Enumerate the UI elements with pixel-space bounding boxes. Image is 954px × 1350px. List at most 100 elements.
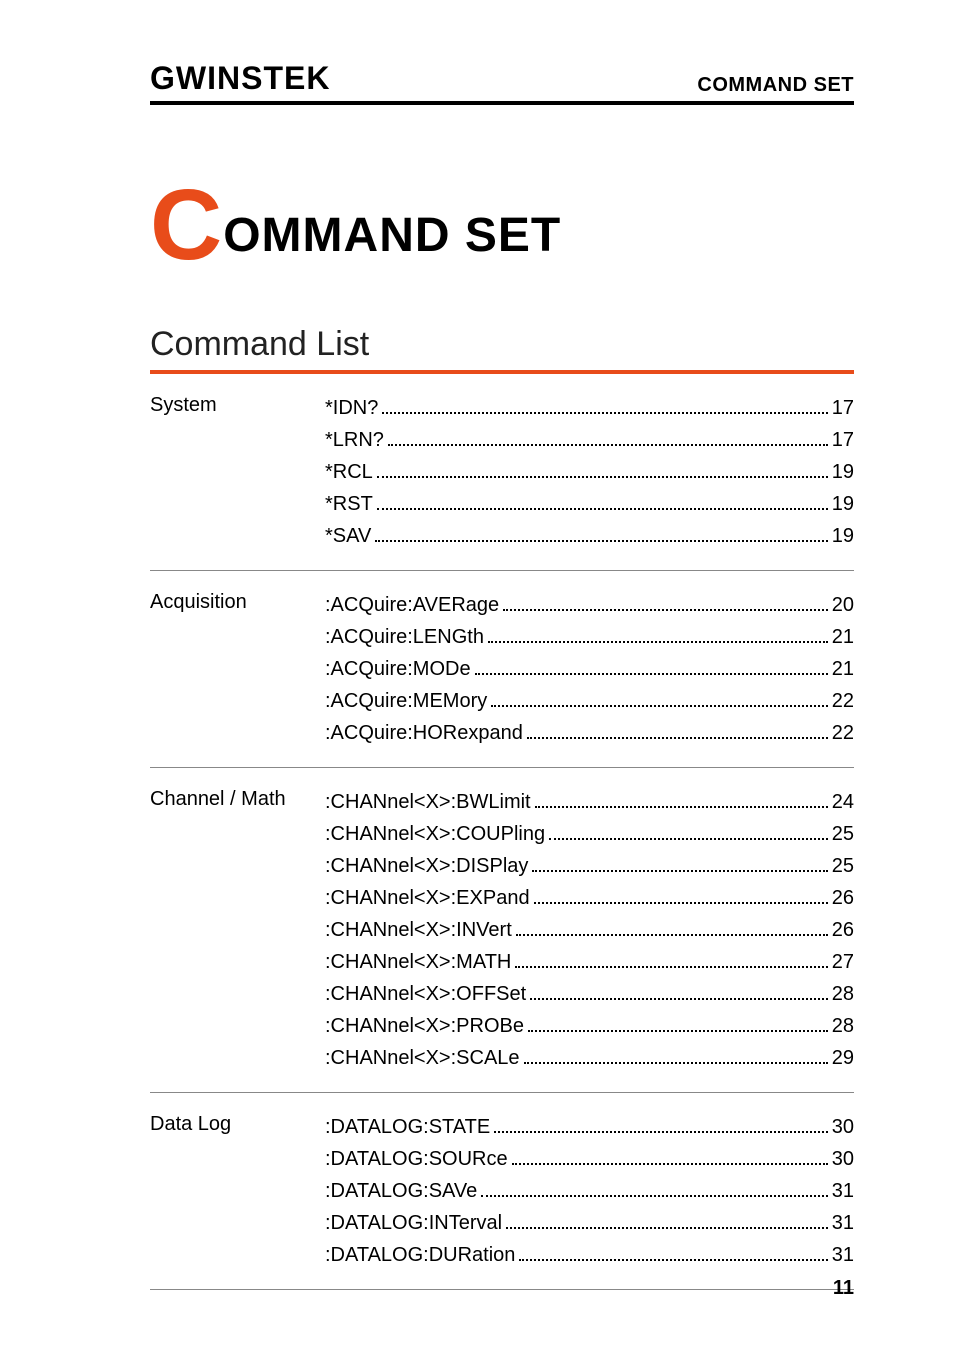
toc-command: :DATALOG:DURation [325,1239,515,1271]
toc-page-number: 29 [832,1042,854,1074]
toc-leader-dots [535,788,828,808]
toc-leader-dots [516,916,828,936]
toc-row: :CHANnel<X>:INVert 26 [325,914,854,946]
toc-row: :ACQuire:HORexpand 22 [325,717,854,749]
toc-entries: *IDN? 17 *LRN? 17 *RCL 19 *RST 19 *SAV 19 [325,392,854,552]
toc-command: *RST [325,488,373,520]
toc-command: :ACQuire:HORexpand [325,717,523,749]
header-section-title: COMMAND SET [697,74,854,97]
toc-page-number: 22 [832,717,854,749]
toc-page-number: 28 [832,978,854,1010]
toc-leader-dots [491,687,828,707]
toc-page-number: 24 [832,786,854,818]
toc-leader-dots [519,1241,827,1261]
toc-page-number: 25 [832,850,854,882]
toc-command: :ACQuire:MODe [325,653,471,685]
toc-row: *RST 19 [325,488,854,520]
toc-group: System*IDN? 17 *LRN? 17 *RCL 19 *RST 19 *SAV 19 [150,374,854,571]
toc-leader-dots [506,1209,828,1229]
toc-page-number: 17 [832,424,854,456]
toc-command: :ACQuire:AVERage [325,589,499,621]
toc-row: :ACQuire:AVERage 20 [325,589,854,621]
toc-group-label: Data Log [150,1111,325,1271]
toc-leader-dots [382,394,827,414]
toc-page-number: 26 [832,914,854,946]
toc-command: :CHANnel<X>:DISPlay [325,850,528,882]
chapter-title: COMMAND SET [150,185,854,265]
toc-command: :CHANnel<X>:MATH [325,946,511,978]
toc-command: :CHANnel<X>:COUPling [325,818,545,850]
document-page: GWINSTEK COMMAND SET COMMAND SET Command… [0,0,954,1350]
command-list-toc: System*IDN? 17 *LRN? 17 *RCL 19 *RST 19 *SAV 19 Ac… [150,374,854,1290]
toc-command: :CHANnel<X>:SCALe [325,1042,520,1074]
toc-command: *SAV [325,520,371,552]
toc-row: :CHANnel<X>:OFFSet28 [325,978,854,1010]
toc-row: :CHANnel<X>:PROBe28 [325,1010,854,1042]
toc-row: :CHANnel<X>:BWLimit 24 [325,786,854,818]
toc-command: :DATALOG:STATE [325,1111,490,1143]
chapter-initial: C [150,169,223,281]
toc-leader-dots [503,591,828,611]
toc-row: :CHANnel<X>:MATH 27 [325,946,854,978]
toc-command: :ACQuire:LENGth [325,621,484,653]
toc-entries: :DATALOG:STATE30:DATALOG:SOURce30:DATALO… [325,1111,854,1271]
toc-command: :CHANnel<X>:INVert [325,914,512,946]
toc-command: *RCL [325,456,373,488]
toc-group: Acquisition:ACQuire:AVERage20:ACQuire:LE… [150,571,854,768]
toc-row: :CHANnel<X>:SCALe 29 [325,1042,854,1074]
toc-page-number: 19 [832,520,854,552]
toc-page-number: 31 [832,1207,854,1239]
section-title: Command List [150,325,854,374]
toc-row: *IDN? 17 [325,392,854,424]
toc-page-number: 19 [832,488,854,520]
toc-command: :CHANnel<X>:PROBe [325,1010,524,1042]
toc-group-label: System [150,392,325,552]
toc-leader-dots [388,426,828,446]
toc-row: :DATALOG:SOURce 30 [325,1143,854,1175]
toc-leader-dots [377,490,828,510]
toc-leader-dots [494,1113,828,1133]
toc-command: :CHANnel<X>:BWLimit [325,786,531,818]
toc-page-number: 22 [832,685,854,717]
toc-row: :CHANnel<X>:COUPling 25 [325,818,854,850]
toc-command: *IDN? [325,392,378,424]
toc-page-number: 30 [832,1111,854,1143]
toc-leader-dots [528,1012,828,1032]
chapter-rest: OMMAND SET [223,209,561,262]
toc-page-number: 17 [832,392,854,424]
toc-page-number: 20 [832,589,854,621]
toc-entries: :ACQuire:AVERage20:ACQuire:LENGth21:ACQu… [325,589,854,749]
brand-logo: GWINSTEK [150,60,330,97]
toc-row: *LRN? 17 [325,424,854,456]
toc-group: Data Log:DATALOG:STATE 30 :DATALOG:SOURce 3… [150,1093,854,1290]
toc-leader-dots [377,458,828,478]
toc-command: :DATALOG:SOURce [325,1143,508,1175]
toc-row: :ACQuire:LENGth 21 [325,621,854,653]
toc-leader-dots [475,655,828,675]
toc-command: :CHANnel<X>:EXPand [325,882,530,914]
toc-leader-dots [488,623,828,643]
toc-command: *LRN? [325,424,384,456]
toc-command: :DATALOG:SAVe [325,1175,477,1207]
logo-text: GWINSTEK [150,60,330,96]
toc-row: :DATALOG:STATE 30 [325,1111,854,1143]
toc-row: :ACQuire:MODe 21 [325,653,854,685]
toc-page-number: 21 [832,653,854,685]
toc-command: :ACQuire:MEMory [325,685,487,717]
toc-row: :DATALOG:DURation 31 [325,1239,854,1271]
toc-page-number: 19 [832,456,854,488]
toc-page-number: 25 [832,818,854,850]
toc-row: *SAV 19 [325,520,854,552]
toc-entries: :CHANnel<X>:BWLimit24:CHANnel<X>:COUPlin… [325,786,854,1074]
toc-page-number: 30 [832,1143,854,1175]
toc-group-label: Acquisition [150,589,325,749]
toc-page-number: 27 [832,946,854,978]
toc-page-number: 31 [832,1239,854,1271]
toc-group: Channel / Math:CHANnel<X>:BWLimit24:CHAN… [150,768,854,1093]
toc-page-number: 26 [832,882,854,914]
toc-page-number: 21 [832,621,854,653]
toc-page-number: 31 [832,1175,854,1207]
toc-leader-dots [534,884,828,904]
toc-leader-dots [512,1145,828,1165]
toc-leader-dots [549,820,828,840]
